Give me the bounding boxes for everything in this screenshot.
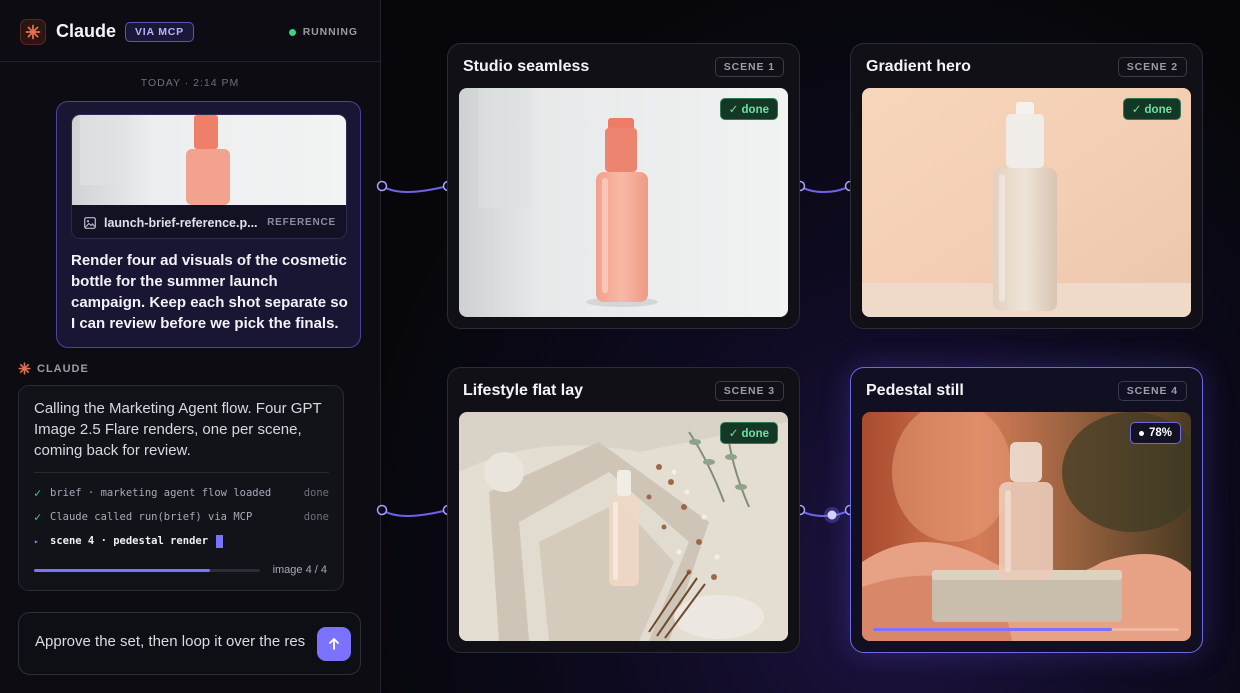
scene-title: Gradient hero [866,58,971,75]
scene-title: Studio seamless [463,58,590,75]
scene-card-1[interactable]: Studio seamless SCENE 1 ✓ done [447,43,800,329]
done-badge: ✓ done [719,98,778,120]
scene-card-2[interactable]: Gradient hero SCENE 2 ✓ done [850,43,1203,329]
scene-image[interactable]: 78% [862,412,1191,641]
scene-image[interactable]: ✓ done [459,88,788,317]
scene-title: Pedestal still [866,382,964,399]
scene-image[interactable]: ✓ done [862,88,1191,317]
scene-tag: SCENE 2 [1117,57,1187,77]
done-badge: ✓ done [719,422,778,444]
done-badge: ✓ done [1122,98,1181,120]
render-progress-fill [873,628,1112,631]
scene-card-3[interactable]: Lifestyle flat lay SCENE 3 ✓ done [447,367,800,653]
scene-title: Lifestyle flat lay [463,382,584,399]
scene-image[interactable]: ✓ done [459,412,788,641]
scene-tag: SCENE 4 [1117,381,1187,401]
render-progress-bar [873,628,1179,631]
render-progress-badge: 78% [1129,422,1181,444]
scene-tag: SCENE 1 [714,57,784,77]
scene-card-4[interactable]: Pedestal still SCENE 4 78% [850,367,1203,653]
progress-dot-icon [1138,430,1144,436]
render-progress-label: 78% [1148,427,1172,439]
scene-tag: SCENE 3 [714,381,784,401]
